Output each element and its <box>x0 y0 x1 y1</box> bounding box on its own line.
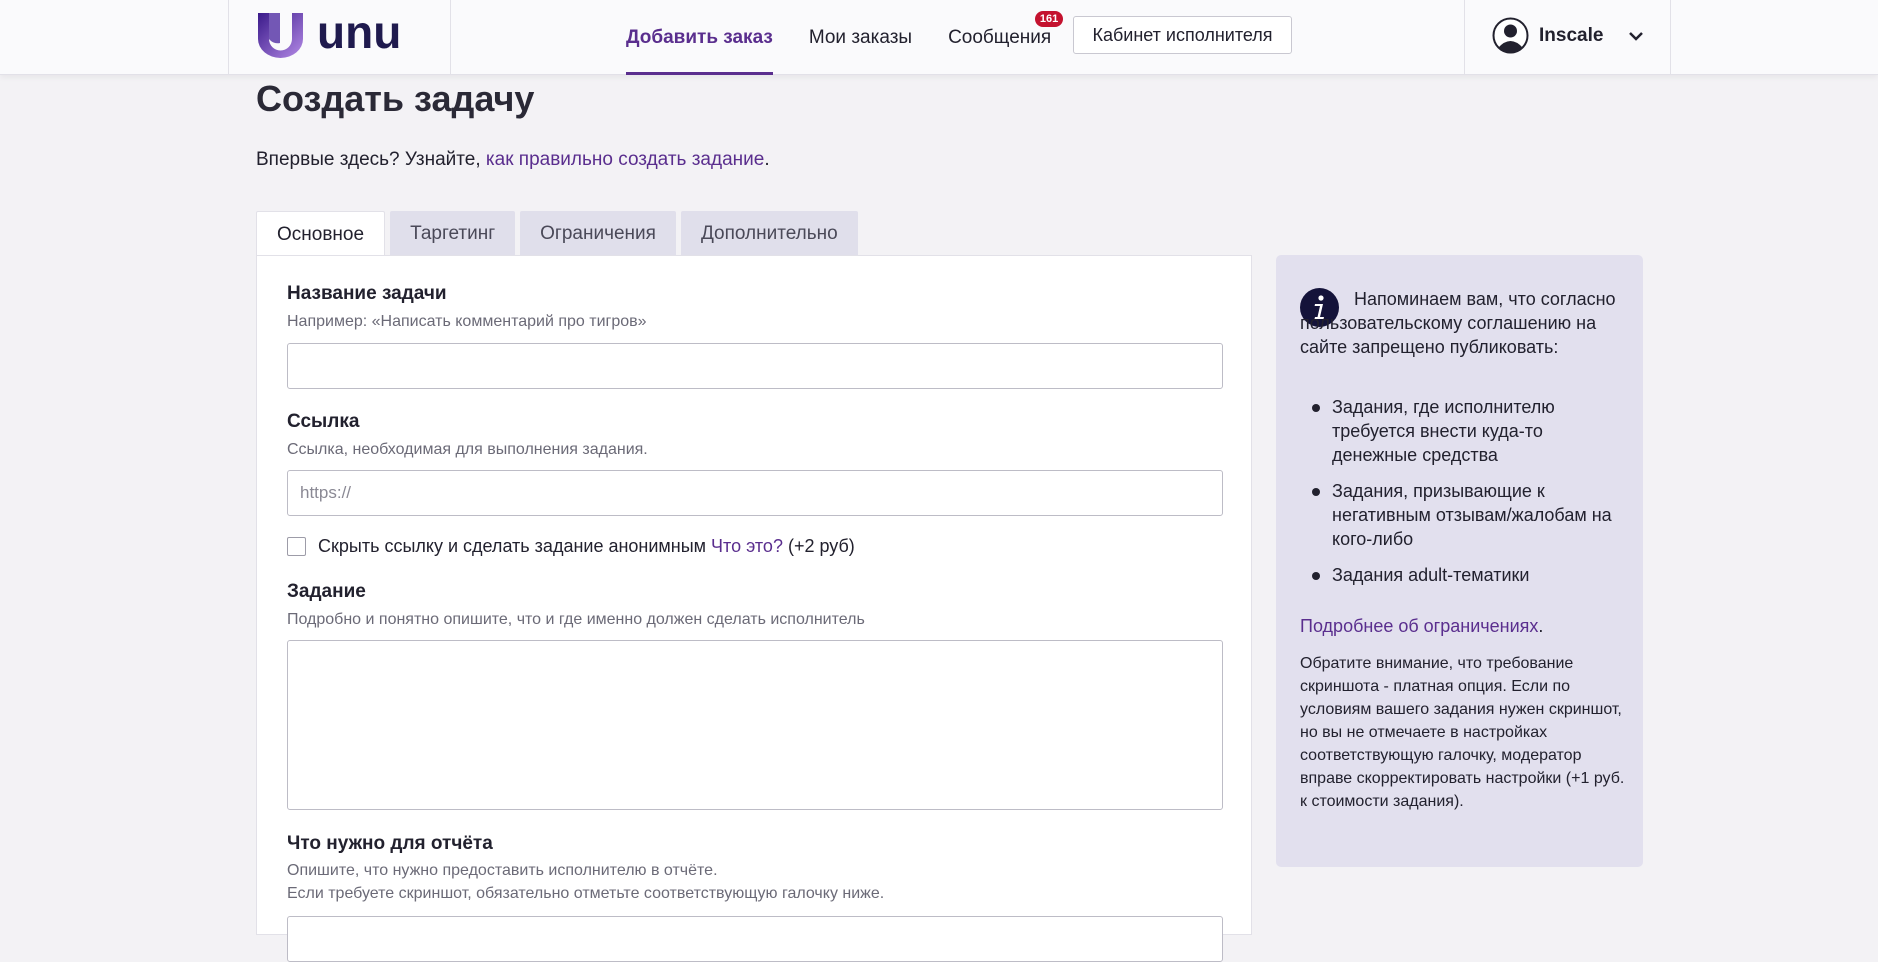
list-item: Задания, призывающие к негативным отзыва… <box>1300 479 1622 551</box>
task-name-input[interactable] <box>287 343 1223 389</box>
link-input[interactable] <box>287 470 1223 516</box>
intro-prefix: Впервые здесь? Узнайте, <box>256 149 486 170</box>
link-label: Ссылка <box>287 411 360 432</box>
nav-add-order[interactable]: Добавить заказ <box>626 0 773 75</box>
notice-more: Подробнее об ограничениях. <box>1300 616 1543 637</box>
report-label: Что нужно для отчёта <box>287 833 493 854</box>
what-is-this-link[interactable]: Что это? <box>711 536 783 557</box>
report-hint-line2: Если требуете скриншот, обязательно отме… <box>287 885 885 902</box>
intro-suffix: . <box>764 149 770 170</box>
intro-text: Впервые здесь? Узнайте, как правильно со… <box>256 149 770 171</box>
chevron-down-icon <box>1629 32 1643 41</box>
tab-additional[interactable]: Дополнительно <box>680 211 858 256</box>
svg-text:unu: unu <box>317 14 401 54</box>
anonymous-label: Скрыть ссылку и сделать задание анонимны… <box>318 536 707 556</box>
logo-wordmark: unu <box>317 14 401 54</box>
task-textarea[interactable] <box>287 640 1223 810</box>
report-input[interactable] <box>287 916 1223 962</box>
executor-cabinet-button[interactable]: Кабинет исполнителя <box>1073 16 1292 54</box>
restrictions-details-link[interactable]: Подробнее об ограничениях <box>1300 616 1538 636</box>
anonymous-checkbox[interactable] <box>287 537 306 556</box>
report-hint-line1: Опишите, что нужно предоставить исполнит… <box>287 862 718 879</box>
nav-messages-label: Сообщения <box>948 26 1052 48</box>
form-tabs: Основное Таргетинг Ограничения Дополните… <box>256 211 863 257</box>
logo[interactable]: unu <box>229 0 451 75</box>
user-name: Inscale <box>1539 25 1604 46</box>
main-nav: Добавить заказ Мои заказы Сообщения 161 <box>626 0 1087 75</box>
tab-restrictions[interactable]: Ограничения <box>520 211 676 256</box>
notice-more-suffix: . <box>1538 616 1544 636</box>
link-hint: Ссылка, необходимая для выполнения задан… <box>287 441 648 458</box>
anonymous-option: Скрыть ссылку и сделать задание анонимны… <box>287 536 855 557</box>
task-form: Название задачи Например: «Написать комм… <box>256 255 1252 962</box>
list-item: Задания adult-тематики <box>1300 563 1622 587</box>
list-item: Задания, где исполнителю требуется внест… <box>1300 395 1622 467</box>
header-container: unu Добавить заказ Мои заказы Сообщения … <box>228 0 1671 75</box>
logo-mark-icon <box>258 13 303 58</box>
how-to-create-link[interactable]: как правильно создать задание <box>486 149 764 170</box>
task-label: Задание <box>287 581 366 602</box>
top-header: unu Добавить заказ Мои заказы Сообщения … <box>0 0 1878 75</box>
task-hint: Подробно и понятно опишите, что и где им… <box>287 611 865 628</box>
user-menu[interactable]: Inscale <box>1464 0 1671 75</box>
nav-messages[interactable]: Сообщения 161 <box>948 0 1064 75</box>
tab-targeting[interactable]: Таргетинг <box>390 211 516 256</box>
rules-notice: Напоминаем вам, что согласно пользовател… <box>1276 255 1643 867</box>
nav-my-orders-label: Мои заказы <box>808 26 913 48</box>
page-title: Создать задачу <box>256 78 535 119</box>
tab-basic[interactable]: Основное <box>256 211 386 257</box>
user-avatar-icon <box>1492 17 1529 54</box>
messages-count-badge: 161 <box>1034 11 1064 27</box>
task-name-hint: Например: «Написать комментарий про тигр… <box>287 313 647 330</box>
screenshot-note: Обратите внимание, что требование скринш… <box>1300 655 1625 810</box>
nav-my-orders[interactable]: Мои заказы <box>809 0 912 75</box>
notice-intro: Напоминаем вам, что согласно пользовател… <box>1300 289 1616 357</box>
prohibited-list: Задания, где исполнителю требуется внест… <box>1300 395 1622 599</box>
anonymous-price: (+2 руб) <box>787 536 855 556</box>
nav-add-order-label: Добавить заказ <box>626 26 773 48</box>
task-name-label: Название задачи <box>287 283 447 304</box>
